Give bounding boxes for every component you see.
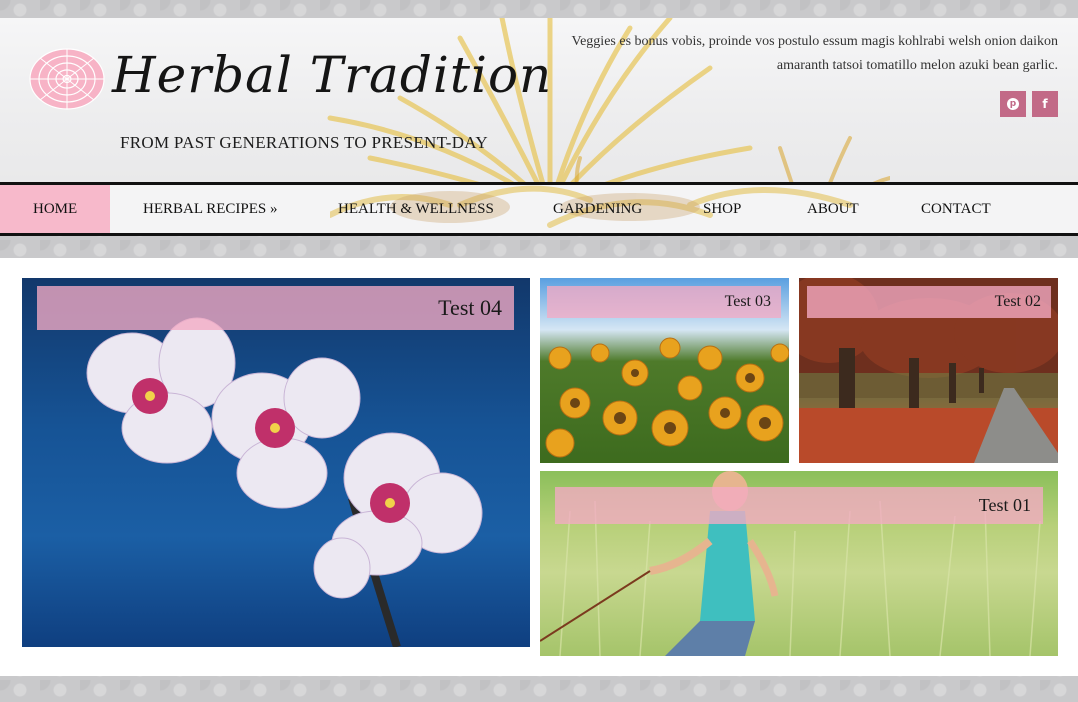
facebook-icon[interactable]: f [1032,91,1058,117]
nav-home[interactable]: HOME [0,185,111,233]
tile-title[interactable]: Test 02 [807,286,1051,318]
rose-logo-icon[interactable] [28,46,106,112]
featured-tile-test-04[interactable]: Test 04 [22,278,530,647]
pinterest-glyph: p [1007,98,1019,110]
nav-shop[interactable]: SHOP [703,185,741,233]
orchid-image [86,317,483,647]
featured-tile-test-01[interactable]: Test 01 [540,471,1058,656]
featured-area: Test 04 Test 03 Test 02 Test 01 [0,258,1078,676]
featured-tile-test-03[interactable]: Test 03 [540,278,789,463]
tile-title[interactable]: Test 03 [547,286,781,318]
main-navigation: HOME HERBAL RECIPES » HEALTH & WELLNESS … [0,182,1078,236]
social-links: p f [1000,91,1058,117]
site-title[interactable]: Herbal Tradition [112,46,552,104]
header-blurb: Veggies es bonus vobis, proinde vos post… [571,34,1058,73]
pinterest-icon[interactable]: p [1000,91,1026,117]
nav-contact[interactable]: CONTACT [921,185,991,233]
site-header: Herbal Tradition FROM PAST GENERATIONS T… [0,18,1078,182]
nav-gardening[interactable]: GARDENING [553,185,642,233]
tile-title[interactable]: Test 04 [37,286,514,330]
nav-health-wellness[interactable]: HEALTH & WELLNESS [338,185,494,233]
nav-about[interactable]: ABOUT [807,185,859,233]
featured-tile-test-02[interactable]: Test 02 [799,278,1058,463]
nav-herbal-recipes[interactable]: HERBAL RECIPES » [143,185,277,233]
tile-title[interactable]: Test 01 [555,487,1043,524]
site-tagline: FROM PAST GENERATIONS TO PRESENT-DAY [120,133,488,152]
